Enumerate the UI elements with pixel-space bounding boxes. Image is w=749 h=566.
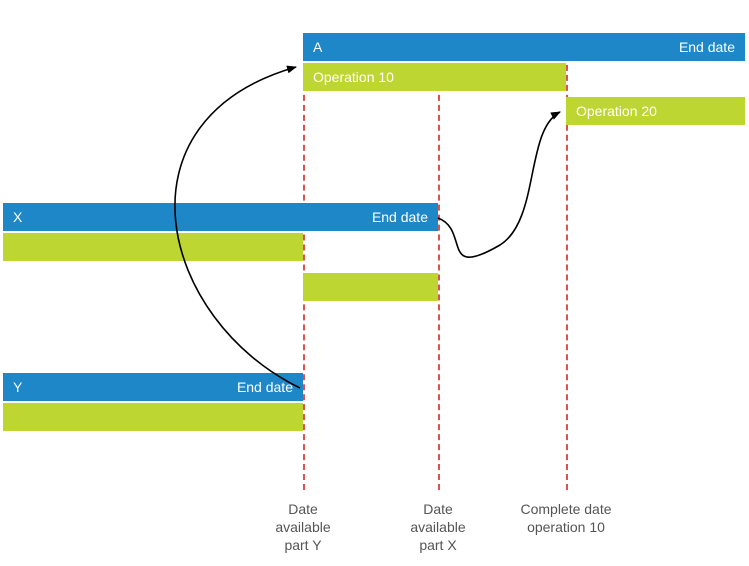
item-y-end-date-label: End date xyxy=(237,373,293,401)
operation-20-bar: Operation 20 xyxy=(566,97,745,125)
axis-label-date-available-part-y: Date available part Y xyxy=(253,500,353,555)
item-x-op1-bar xyxy=(3,233,303,261)
item-a-label: A xyxy=(313,33,322,61)
operation-10-bar: Operation 10 xyxy=(303,63,566,91)
item-x-end-date-label: End date xyxy=(372,203,428,231)
item-y-op1-bar xyxy=(3,403,303,431)
operation-10-label: Operation 10 xyxy=(313,69,394,85)
item-x-label: X xyxy=(13,203,22,231)
operation-20-label: Operation 20 xyxy=(576,103,657,119)
arrow-x-to-op20 xyxy=(438,112,560,257)
axis-label-date-available-part-x: Date available part X xyxy=(388,500,488,555)
item-a-header: A End date xyxy=(303,33,745,61)
item-x-header: X End date xyxy=(3,203,438,231)
axis-label-complete-date-operation-10: Complete date operation 10 xyxy=(506,500,626,536)
item-y-label: Y xyxy=(13,373,22,401)
marker-date-available-part-x xyxy=(438,35,440,490)
item-x-op2-bar xyxy=(303,273,438,301)
marker-date-available-part-y xyxy=(303,35,305,490)
item-a-end-date-label: End date xyxy=(679,33,735,61)
item-y-header: Y End date xyxy=(3,373,303,401)
scheduling-diagram: A End date Operation 10 Operation 20 X E… xyxy=(0,0,749,566)
